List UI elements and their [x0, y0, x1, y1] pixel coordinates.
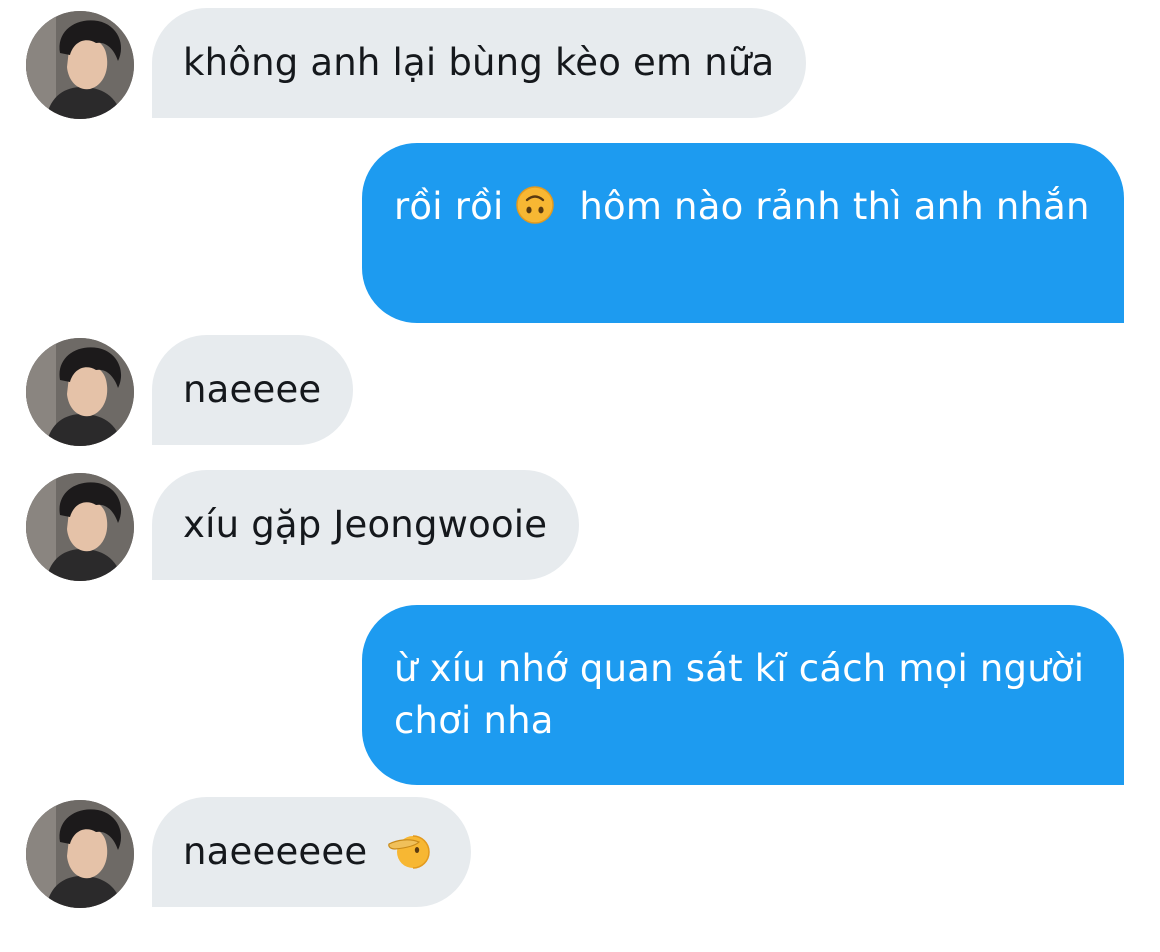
message-text: naeeee — [183, 368, 322, 411]
message-text: rồi rồi — [394, 185, 504, 228]
message-text: naeeeeee — [183, 830, 368, 873]
avatar[interactable] — [26, 473, 134, 581]
upside-down-face-icon — [515, 185, 555, 225]
saluting-face-icon — [387, 830, 431, 870]
avatar[interactable] — [26, 338, 134, 446]
message-bubble-incoming[interactable]: xíu gặp Jeongwooie — [152, 470, 580, 580]
avatar[interactable] — [26, 11, 134, 119]
message-text: không anh lại bùng kèo em nữa — [183, 41, 775, 84]
avatar-photo — [26, 800, 134, 908]
avatar[interactable] — [26, 800, 134, 908]
avatar-photo — [26, 11, 134, 119]
message-bubble-incoming[interactable]: naeeee — [152, 335, 354, 445]
message-bubble-incoming[interactable]: naeeeeee — [152, 797, 472, 907]
message-text: ừ xíu nhớ quan sát kĩ cách mọi người chơ… — [394, 647, 1085, 742]
avatar-photo — [26, 338, 134, 446]
message-bubble-outgoing[interactable]: rồi rồi hôm nào rảnh thì anh nhắn — [362, 143, 1124, 323]
message-bubble-outgoing[interactable]: ừ xíu nhớ quan sát kĩ cách mọi người chơ… — [362, 605, 1124, 785]
message-text: xíu gặp Jeongwooie — [183, 503, 548, 546]
message-bubble-incoming[interactable]: không anh lại bùng kèo em nữa — [152, 8, 807, 118]
message-text: hôm nào rảnh thì anh nhắn — [579, 185, 1090, 228]
avatar-photo — [26, 473, 134, 581]
